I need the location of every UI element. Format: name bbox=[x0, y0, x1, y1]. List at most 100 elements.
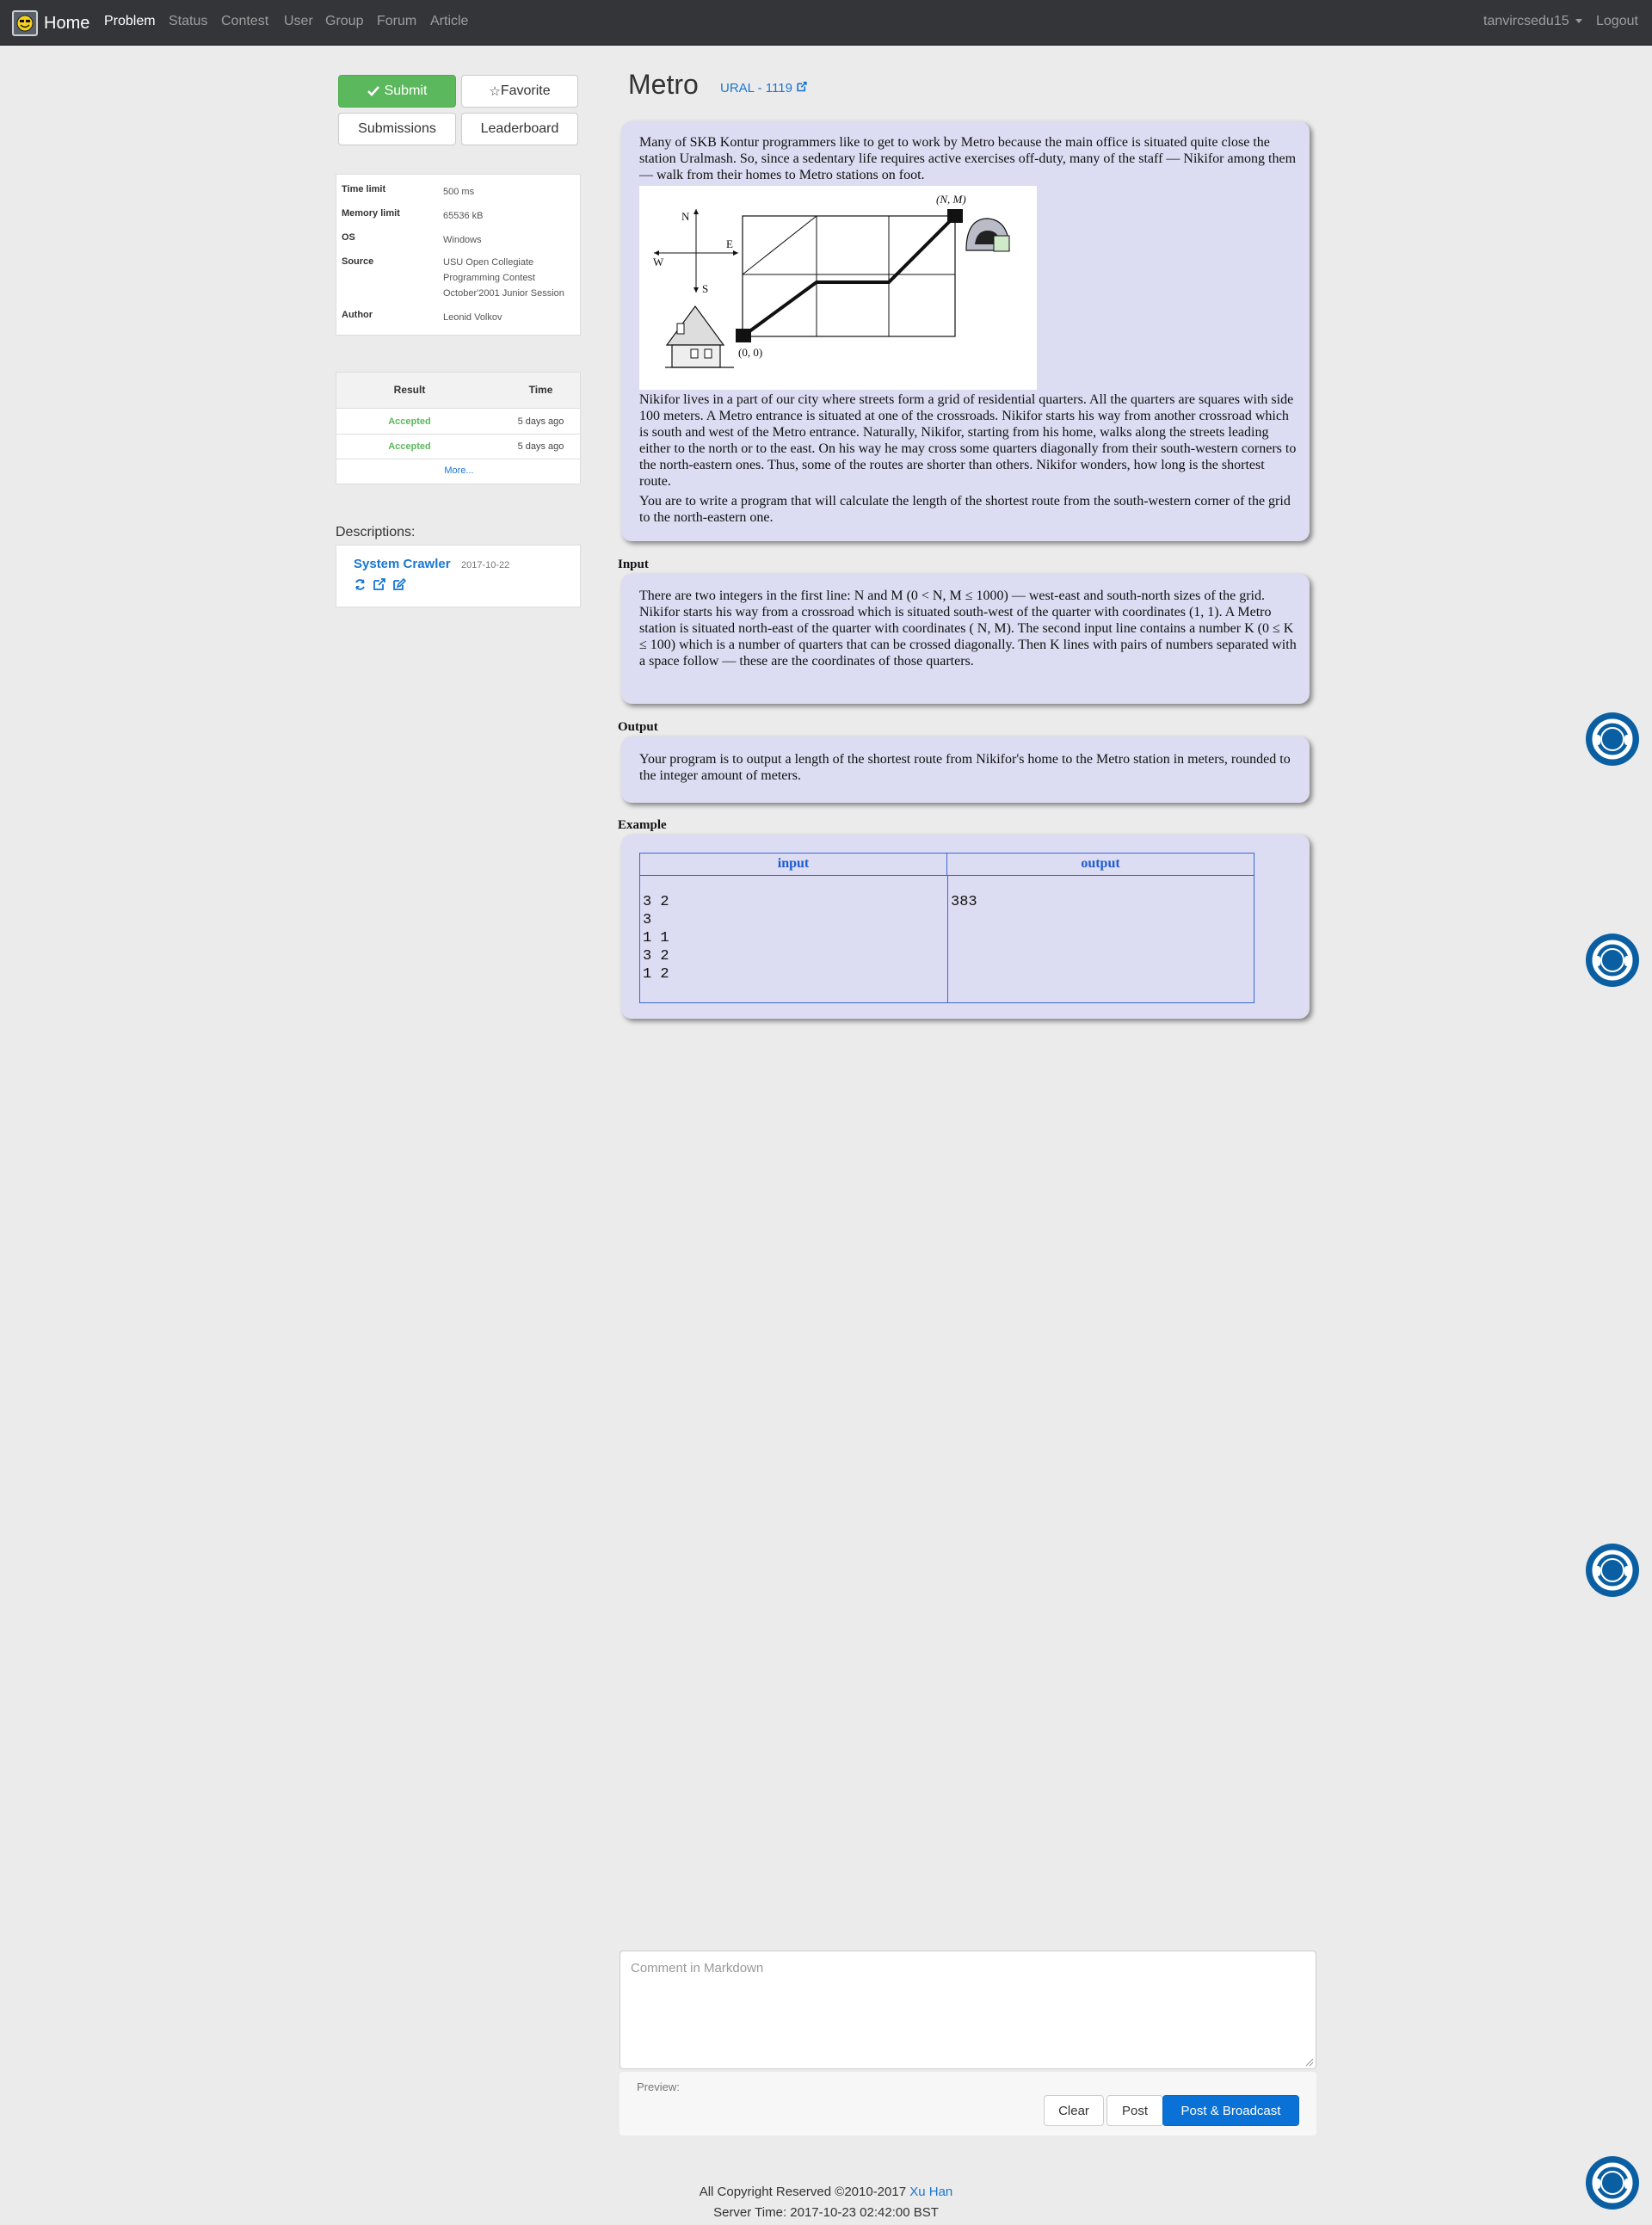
origin-link[interactable]: URAL - 1119 bbox=[720, 81, 808, 96]
info-label: Author bbox=[342, 310, 373, 320]
clear-button[interactable]: Clear bbox=[1044, 2095, 1104, 2126]
input-heading: Input bbox=[618, 558, 649, 571]
user-menu[interactable]: tanvircsedu15 bbox=[1483, 14, 1583, 29]
nav-user[interactable]: User bbox=[284, 14, 313, 29]
server-time: Server Time: 2017-10-23 02:42:00 BST bbox=[713, 2205, 939, 2220]
more-status-link[interactable]: More... bbox=[336, 465, 582, 476]
example-heading: Example bbox=[618, 818, 667, 832]
post-broadcast-button[interactable]: Post & Broadcast bbox=[1162, 2095, 1299, 2126]
favorite-label: Favorite bbox=[500, 83, 551, 98]
input-panel: There are two integers in the first line… bbox=[621, 574, 1310, 704]
status-result: Accepted bbox=[388, 441, 431, 452]
chat-support-button[interactable] bbox=[1586, 1544, 1639, 1597]
output-specification: Your program is to output a length of th… bbox=[639, 752, 1291, 783]
nav-forum[interactable]: Forum bbox=[377, 14, 416, 29]
nav-status[interactable]: Status bbox=[169, 14, 207, 29]
footer-copyright: All Copyright Reserved ©2010-2017 Xu Han bbox=[0, 2185, 1652, 2199]
input-specification: There are two integers in the first line… bbox=[639, 589, 1297, 669]
nav-contest[interactable]: Contest bbox=[221, 14, 268, 29]
compass-west: W bbox=[653, 256, 664, 268]
problem-title: Metro bbox=[628, 69, 699, 100]
chat-support-button[interactable] bbox=[1586, 712, 1639, 766]
preview-label: Preview: bbox=[637, 2080, 680, 2093]
example-table: input output 3 2 3 1 1 3 2 1 2 383 bbox=[639, 853, 1254, 1003]
star-outline-icon: ☆ bbox=[489, 83, 501, 99]
submit-label: Submit bbox=[384, 83, 428, 98]
nav-article[interactable]: Article bbox=[430, 14, 468, 29]
result-column-header: Result bbox=[393, 384, 426, 396]
headset-icon bbox=[1592, 2162, 1633, 2203]
headset-icon bbox=[1592, 940, 1633, 981]
statement-paragraph: Nikifor lives in a part of our city wher… bbox=[639, 392, 1297, 489]
post-button[interactable]: Post bbox=[1106, 2095, 1163, 2126]
info-label: Source bbox=[342, 256, 374, 267]
statement-paragraph: You are to write a program that will cal… bbox=[639, 494, 1291, 525]
info-value: Leonid Volkov bbox=[443, 312, 502, 323]
comment-placeholder: Comment in Markdown bbox=[631, 1961, 764, 1975]
output-panel: Your program is to output a length of th… bbox=[621, 737, 1310, 803]
check-icon bbox=[367, 86, 379, 96]
descriptions-label: Descriptions: bbox=[336, 525, 416, 539]
headset-icon bbox=[1592, 1550, 1633, 1591]
info-value: Windows bbox=[443, 235, 482, 245]
description-panel: Many of SKB Kontur programmers like to g… bbox=[621, 121, 1310, 541]
submit-button[interactable]: Submit bbox=[338, 75, 456, 108]
external-link-icon[interactable] bbox=[373, 577, 386, 591]
headset-icon bbox=[1592, 718, 1633, 760]
status-table-header: Result Time bbox=[336, 373, 580, 409]
brand-label: Home bbox=[44, 13, 90, 33]
example-input: 3 2 3 1 1 3 2 1 2 bbox=[643, 894, 669, 983]
external-link-icon bbox=[797, 81, 807, 92]
submissions-button[interactable]: Submissions bbox=[338, 113, 456, 145]
info-value: 65536 kB bbox=[443, 211, 484, 221]
example-divider bbox=[947, 876, 948, 1002]
smiley-logo-icon bbox=[12, 10, 38, 36]
description-author-link[interactable]: System Crawler bbox=[354, 557, 451, 571]
grid-route-figure: N E W S (0, 0) (N, M) bbox=[639, 186, 1037, 390]
info-label: Memory limit bbox=[342, 208, 400, 219]
copyright-text: All Copyright Reserved ©2010-2017 bbox=[699, 2185, 907, 2199]
status-time: 5 days ago bbox=[517, 416, 564, 427]
author-link[interactable]: Xu Han bbox=[909, 2185, 952, 2199]
compass-east: E bbox=[726, 237, 733, 250]
origin-label: URAL - 1119 bbox=[720, 81, 792, 96]
origin-coordinate-label: (0, 0) bbox=[738, 346, 762, 359]
compass-south: S bbox=[702, 282, 708, 295]
logout-link[interactable]: Logout bbox=[1596, 14, 1638, 29]
chat-support-button[interactable] bbox=[1586, 2156, 1639, 2210]
favorite-button[interactable]: ☆ Favorite bbox=[461, 75, 578, 108]
description-date: 2017-10-22 bbox=[461, 560, 510, 570]
output-heading: Output bbox=[618, 720, 658, 734]
refresh-icon[interactable] bbox=[354, 578, 367, 591]
status-result: Accepted bbox=[388, 416, 431, 427]
statement-paragraph: Many of SKB Kontur programmers like to g… bbox=[639, 135, 1297, 182]
problem-info-table: Time limit 500 ms Memory limit 65536 kB … bbox=[336, 174, 581, 336]
compass-north: N bbox=[681, 210, 690, 223]
table-row[interactable]: Accepted 5 days ago bbox=[336, 410, 580, 435]
info-label: Time limit bbox=[342, 184, 386, 194]
nav-problem[interactable]: Problem bbox=[104, 14, 156, 29]
navbar: Home Problem Status Contest User Group F… bbox=[0, 0, 1652, 46]
comment-textarea[interactable]: Comment in Markdown bbox=[620, 1951, 1316, 2069]
username: tanvircsedu15 bbox=[1483, 14, 1569, 28]
time-column-header: Time bbox=[528, 384, 553, 396]
brand-home-link[interactable]: Home bbox=[12, 10, 89, 36]
info-value: USU Open Collegiate Programming Contest … bbox=[443, 257, 564, 299]
status-time: 5 days ago bbox=[517, 441, 564, 452]
preview-bar: Preview: Clear Post Post & Broadcast bbox=[620, 2072, 1316, 2136]
info-label: OS bbox=[342, 232, 355, 243]
nav-group[interactable]: Group bbox=[325, 14, 363, 29]
descriptions-box: System Crawler 2017-10-22 bbox=[336, 545, 581, 607]
example-output: 383 bbox=[951, 894, 977, 910]
resize-handle-icon[interactable] bbox=[1305, 2058, 1314, 2067]
target-coordinate-label: (N, M) bbox=[936, 193, 966, 206]
chat-support-button[interactable] bbox=[1586, 934, 1639, 987]
table-row[interactable]: Accepted 5 days ago bbox=[336, 435, 580, 459]
my-status-table: Result Time Accepted 5 days ago Accepted… bbox=[336, 372, 581, 484]
example-output-header: output bbox=[947, 854, 1254, 876]
caret-down-icon bbox=[1575, 19, 1583, 24]
leaderboard-button[interactable]: Leaderboard bbox=[461, 113, 578, 145]
example-input-header: input bbox=[640, 854, 947, 876]
edit-icon[interactable] bbox=[392, 577, 406, 591]
info-value: 500 ms bbox=[443, 187, 475, 197]
